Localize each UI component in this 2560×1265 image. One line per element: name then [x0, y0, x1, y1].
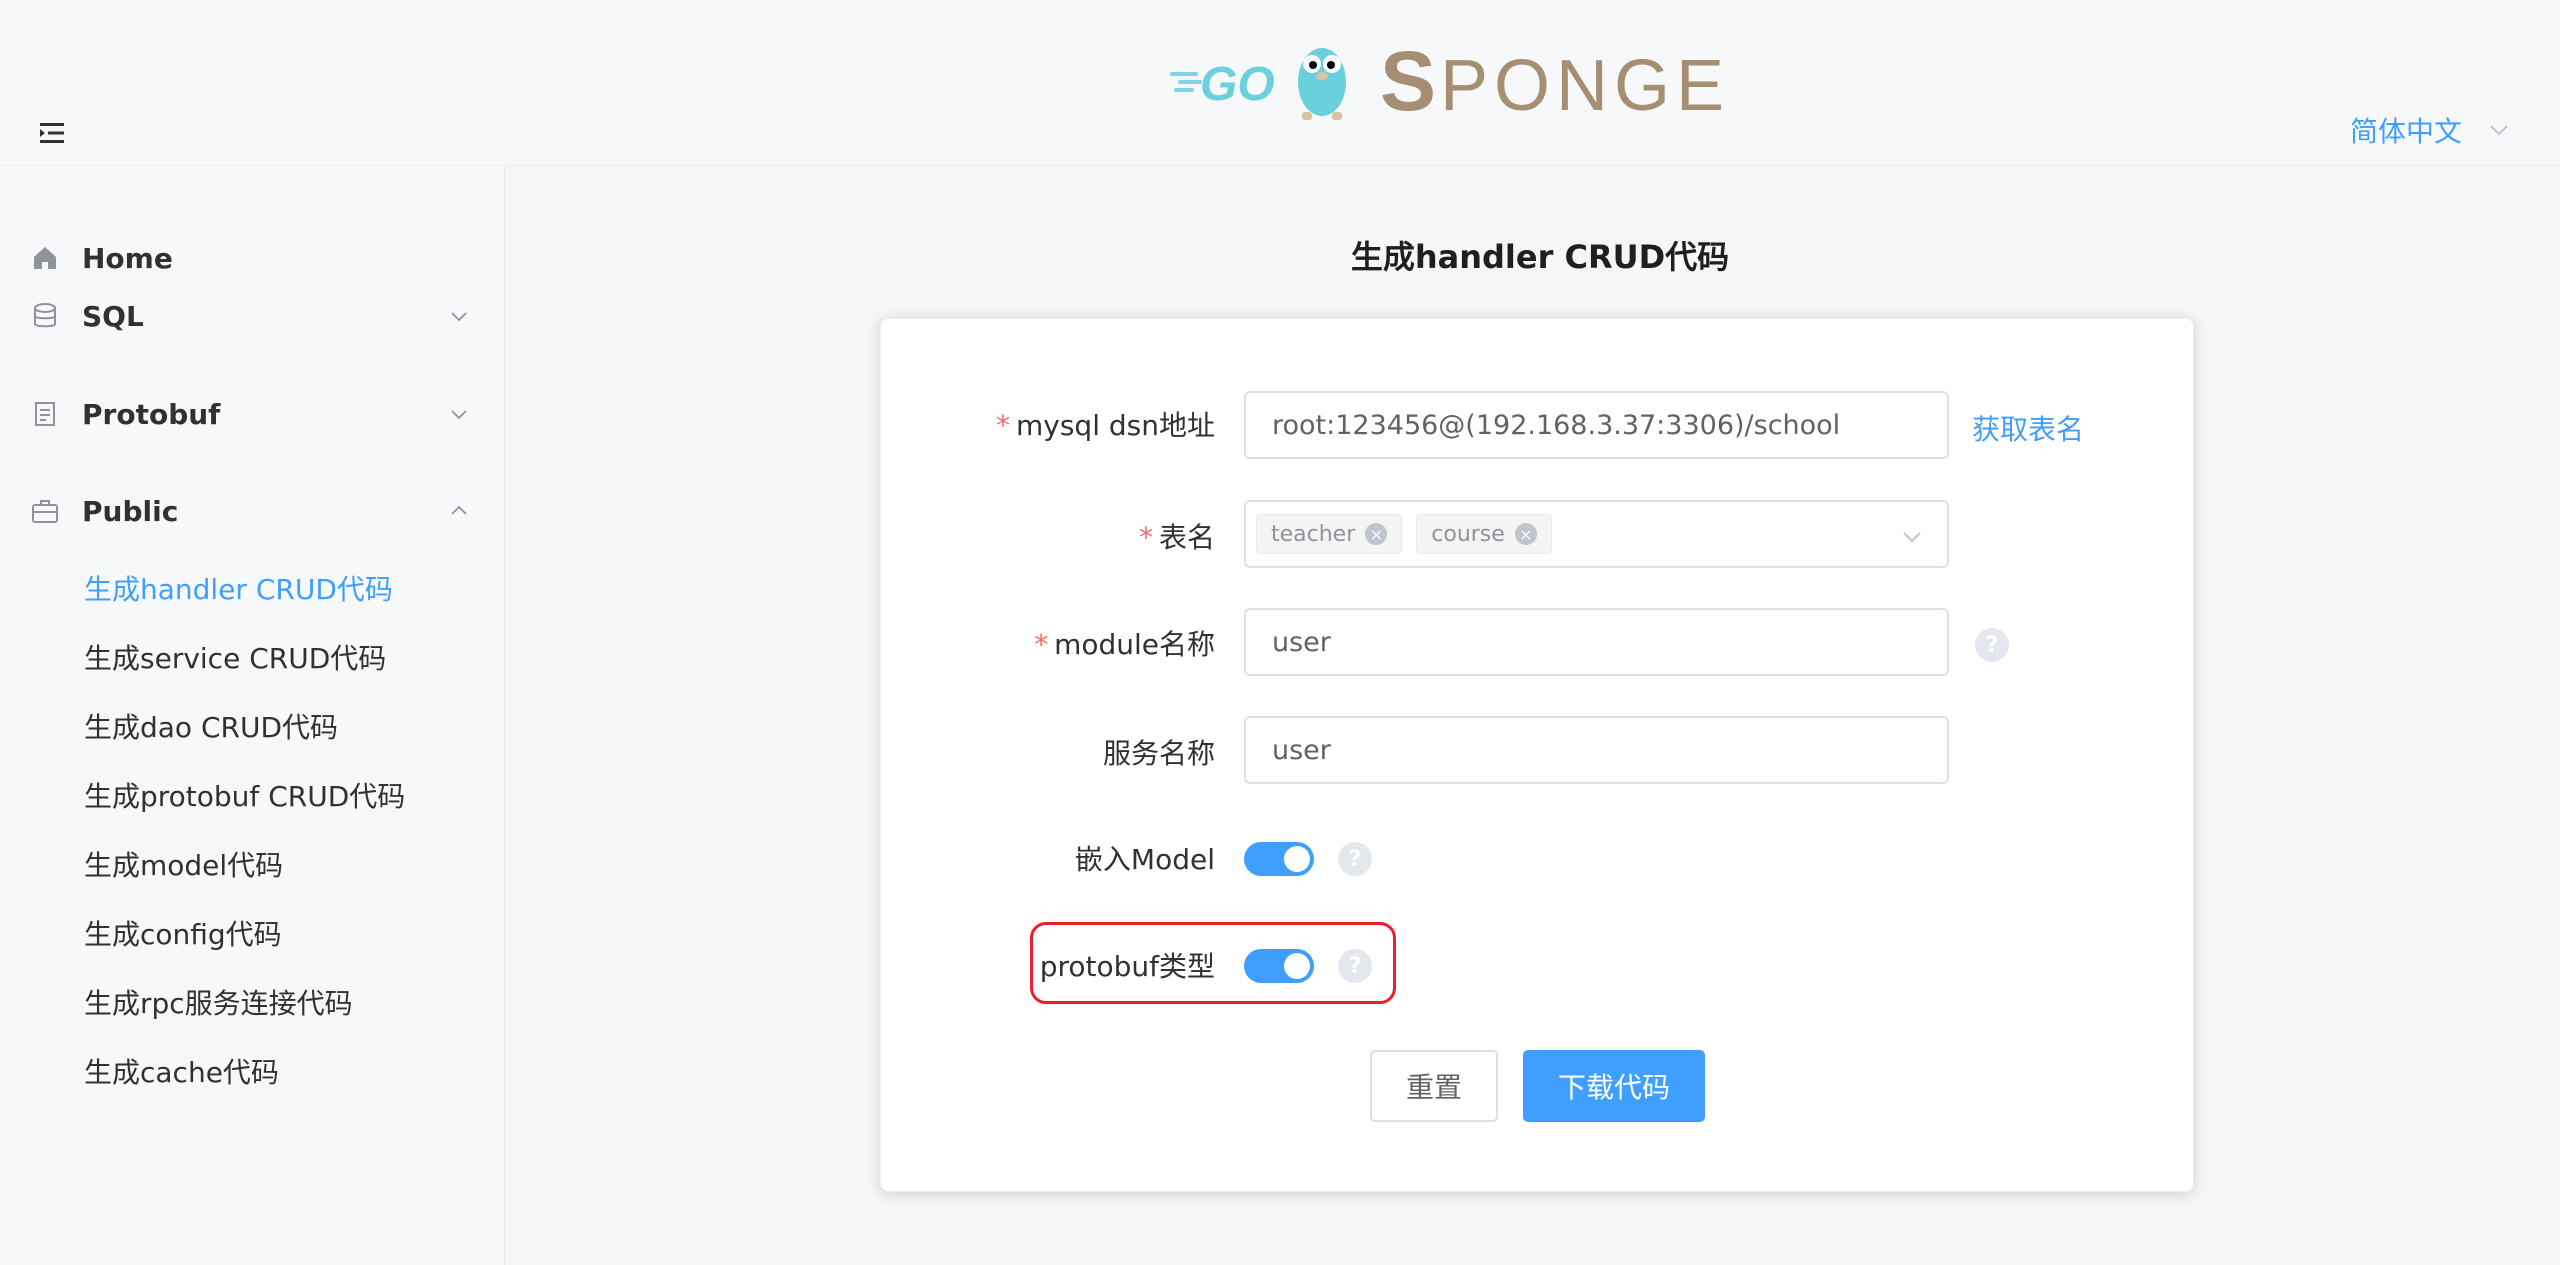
module-input[interactable]: user — [1244, 608, 1949, 676]
page-title: 生成handler CRUD代码 — [1350, 238, 1730, 276]
sidebar-item-label: SQL — [82, 299, 144, 333]
sidebar-item-label: Public — [82, 494, 179, 528]
briefcase-icon — [32, 500, 58, 523]
table-tag: teacher × — [1256, 514, 1403, 554]
embed-model-label: 嵌入Model — [1074, 843, 1215, 876]
database-icon — [34, 303, 56, 328]
sidebar-subitem-service-crud[interactable]: 生成service CRUD代码 — [0, 624, 505, 690]
sidebar-subitem-label: 生成protobuf CRUD代码 — [84, 780, 406, 813]
chevron-down-icon — [2490, 125, 2508, 136]
sidebar-subitem-config[interactable]: 生成config代码 — [0, 900, 505, 966]
embed-model-toggle[interactable] — [1244, 842, 1314, 876]
service-label: 服务名称 — [1102, 737, 1215, 770]
help-icon[interactable]: ? — [1338, 949, 1372, 983]
sidebar-subitem-label: 生成dao CRUD代码 — [84, 711, 339, 744]
module-label: * module名称 — [1034, 623, 1215, 663]
language-label: 简体中文 — [2349, 115, 2462, 148]
language-select[interactable]: 简体中文 — [2350, 110, 2510, 150]
dsn-input-value: root:123456@(192.168.3.37:3306)/school — [1272, 409, 1841, 441]
download-code-button[interactable]: 下载代码 — [1523, 1050, 1705, 1122]
chevron-down-icon — [1903, 532, 1921, 543]
home-icon — [34, 247, 56, 269]
sidebar-subitem-label: 生成handler CRUD代码 — [84, 573, 393, 606]
service-input-value: user — [1272, 734, 1331, 766]
sidebar-item-sql[interactable]: SQL — [0, 276, 505, 356]
tables-label-text: 表名 — [1158, 521, 1215, 554]
sidebar-subitem-label: 生成config代码 — [84, 918, 282, 951]
required-mark: * — [1138, 521, 1153, 554]
sidebar-subitem-label: 生成model代码 — [84, 849, 284, 882]
required-mark: * — [1034, 628, 1049, 661]
reset-button[interactable]: 重置 — [1370, 1050, 1498, 1122]
help-icon[interactable]: ? — [1338, 842, 1372, 876]
chevron-down-icon — [451, 410, 467, 420]
sidebar-item-label: Home — [82, 241, 173, 275]
sidebar-item-public[interactable]: Public — [0, 471, 505, 551]
protobuf-type-toggle[interactable] — [1244, 949, 1314, 983]
sidebar-subitem-label: 生成rpc服务连接代码 — [84, 987, 353, 1020]
get-table-names-link[interactable]: 获取表名 — [1972, 408, 2084, 448]
menu-fold-icon[interactable] — [38, 120, 66, 146]
dsn-input[interactable]: root:123456@(192.168.3.37:3306)/school — [1244, 391, 1949, 459]
sidebar-subitem-handler-crud[interactable]: 生成handler CRUD代码 — [0, 555, 505, 621]
close-icon[interactable]: × — [1514, 523, 1537, 545]
sidebar-subitem-protobuf-crud[interactable]: 生成protobuf CRUD代码 — [0, 762, 505, 828]
module-label-text: module名称 — [1054, 628, 1215, 661]
sidebar-subitem-rpc-connection[interactable]: 生成rpc服务连接代码 — [0, 969, 505, 1035]
dsn-label: * mysql dsn地址 — [996, 404, 1215, 444]
table-tag-label: course — [1431, 521, 1505, 547]
service-name-input[interactable]: user — [1244, 716, 1949, 784]
tables-label: * 表名 — [1139, 516, 1215, 556]
table-tag: course × — [1416, 514, 1552, 554]
required-mark: * — [996, 409, 1010, 442]
sidebar-subitem-model[interactable]: 生成model代码 — [0, 831, 505, 897]
table-tag-label: teacher — [1271, 521, 1356, 547]
chevron-up-icon — [451, 505, 467, 515]
header: GO S PONGE 简体中文 — [0, 0, 2560, 166]
svg-text:GO: GO — [1200, 58, 1275, 111]
dsn-label-text: mysql dsn地址 — [1016, 409, 1215, 442]
sidebar-item-protobuf[interactable]: Protobuf — [0, 374, 505, 454]
chevron-down-icon — [451, 312, 467, 322]
document-icon — [35, 402, 55, 426]
svg-text:PONGE: PONGE — [1440, 46, 1730, 126]
sidebar-subitem-label: 生成cache代码 — [84, 1056, 279, 1089]
svg-text:S: S — [1380, 34, 1436, 128]
help-icon[interactable]: ? — [1975, 628, 2009, 662]
logo: GO S PONGE — [1170, 32, 1770, 132]
protobuf-type-label: protobuf类型 — [1039, 950, 1215, 983]
sidebar-subitem-cache[interactable]: 生成cache代码 — [0, 1038, 505, 1104]
sidebar-item-label: Protobuf — [82, 397, 221, 431]
sidebar-subitem-dao-crud[interactable]: 生成dao CRUD代码 — [0, 693, 505, 759]
tables-select[interactable]: teacher × course × — [1244, 500, 1949, 568]
close-icon[interactable]: × — [1365, 523, 1388, 545]
sidebar-subitem-label: 生成service CRUD代码 — [84, 642, 387, 675]
sidebar: Home SQL Protobuf Public 生成handler CRUD代… — [0, 166, 505, 1265]
module-input-value: user — [1272, 626, 1331, 658]
